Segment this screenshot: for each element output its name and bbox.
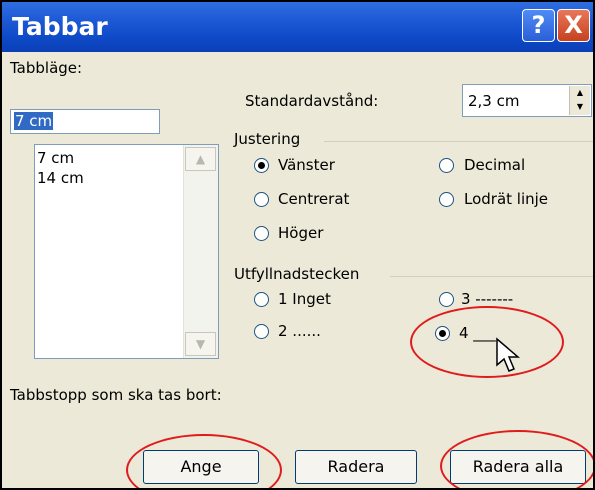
title-bar[interactable]: Tabbar ? X — [2, 2, 593, 52]
mouse-pointer-icon — [496, 337, 521, 372]
clear-button[interactable]: Radera — [295, 450, 417, 484]
default-spacing-label: Standardavstånd: — [245, 92, 379, 110]
radio-decimal-label[interactable]: Decimal — [464, 156, 525, 174]
clear-all-button[interactable]: Radera alla — [450, 450, 586, 484]
spin-buttons[interactable]: ▲ ▼ — [569, 86, 590, 115]
tab-position-value: 7 cm — [14, 112, 54, 130]
tab-position-input[interactable]: 7 cm — [10, 109, 160, 134]
tab-position-list[interactable]: 7 cm 14 cm ▲ ▼ — [34, 144, 219, 359]
scroll-down-button[interactable]: ▼ — [185, 332, 216, 356]
help-icon: ? — [531, 11, 546, 39]
radio-left-label[interactable]: Vänster — [278, 156, 335, 174]
alignment-legend: Justering — [234, 130, 301, 148]
set-button[interactable]: Ange — [143, 450, 259, 484]
dialog-title: Tabbar — [12, 12, 108, 41]
radio-center-label[interactable]: Centrerat — [278, 190, 349, 208]
radio-leader-dashes-label[interactable]: 3 ------- — [461, 290, 513, 308]
arrow-up-icon: ▲ — [195, 152, 206, 166]
leader-divider — [390, 276, 593, 277]
spin-up-icon[interactable]: ▲ — [570, 86, 590, 100]
clear-tabs-label: Tabbstopp som ska tas bort: — [10, 386, 222, 404]
radio-leader-none[interactable] — [254, 292, 269, 307]
radio-bar[interactable] — [439, 192, 454, 207]
spin-down-icon[interactable]: ▼ — [570, 100, 590, 114]
default-spacing-spinner[interactable]: 2,3 cm ▲ ▼ — [462, 84, 592, 117]
list-item[interactable]: 7 cm — [37, 149, 74, 167]
default-spacing-value: 2,3 cm — [468, 92, 520, 110]
list-item[interactable]: 14 cm — [37, 169, 84, 187]
arrow-down-icon: ▼ — [195, 337, 206, 351]
radio-right[interactable] — [254, 226, 269, 241]
help-button[interactable]: ? — [522, 9, 555, 42]
close-icon: X — [564, 11, 583, 39]
radio-decimal[interactable] — [439, 158, 454, 173]
radio-leader-line[interactable] — [435, 326, 450, 341]
leader-legend: Utfyllnadstecken — [234, 265, 360, 283]
radio-center[interactable] — [254, 192, 269, 207]
tab-position-label: Tabbläge: — [10, 59, 83, 77]
radio-leader-dots-label[interactable]: 2 ...... — [278, 322, 321, 340]
radio-leader-dashes[interactable] — [439, 292, 454, 307]
clear-all-button-label: Radera alla — [472, 457, 564, 476]
scroll-up-button[interactable]: ▲ — [185, 147, 216, 171]
radio-leader-none-label[interactable]: 1 Inget — [278, 290, 331, 308]
dialog-body: Tabbläge: 7 cm 7 cm 14 cm ▲ ▼ Standardav… — [2, 52, 593, 488]
tabs-dialog: Tabbar ? X Tabbläge: 7 cm 7 cm 14 cm ▲ ▼… — [0, 0, 595, 490]
alignment-divider — [324, 141, 593, 142]
radio-bar-label[interactable]: Lodrät linje — [464, 190, 548, 208]
radio-leader-dots[interactable] — [254, 324, 269, 339]
clear-button-label: Radera — [327, 457, 385, 476]
radio-left[interactable] — [254, 158, 269, 173]
radio-right-label[interactable]: Höger — [278, 224, 323, 242]
list-scrollbar[interactable]: ▲ ▼ — [183, 145, 218, 358]
radio-leader-line-label[interactable]: 4 ___ — [459, 324, 496, 342]
set-button-label: Ange — [180, 457, 222, 476]
close-button[interactable]: X — [557, 9, 590, 42]
